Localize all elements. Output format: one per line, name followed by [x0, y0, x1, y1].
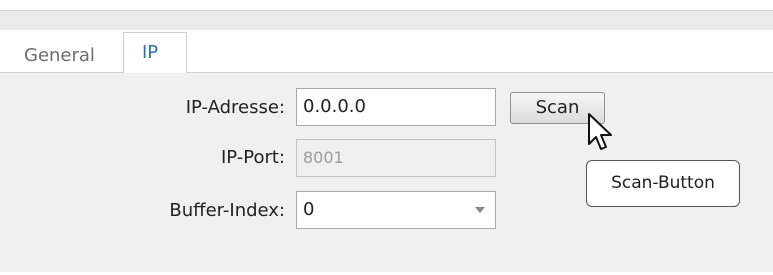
- scan-tooltip: Scan-Button: [586, 160, 740, 207]
- tab-ip[interactable]: IP: [123, 32, 187, 73]
- buffer-index-select[interactable]: 0: [296, 191, 496, 229]
- tab-strip: [0, 30, 773, 72]
- toolbar-separator: [0, 10, 773, 30]
- ip-port-input: 8001: [296, 139, 496, 177]
- mouse-cursor-icon: [588, 113, 612, 150]
- buffer-index-value: 0: [303, 199, 315, 220]
- ip-port-label: IP-Port:: [220, 147, 285, 168]
- ip-address-input[interactable]: 0.0.0.0: [296, 88, 496, 126]
- chevron-down-icon[interactable]: [475, 207, 485, 213]
- buffer-index-label: Buffer-Index:: [169, 200, 285, 221]
- tab-general[interactable]: General: [10, 40, 109, 72]
- ip-address-label: IP-Adresse:: [185, 97, 285, 118]
- window-top-margin: [0, 0, 773, 10]
